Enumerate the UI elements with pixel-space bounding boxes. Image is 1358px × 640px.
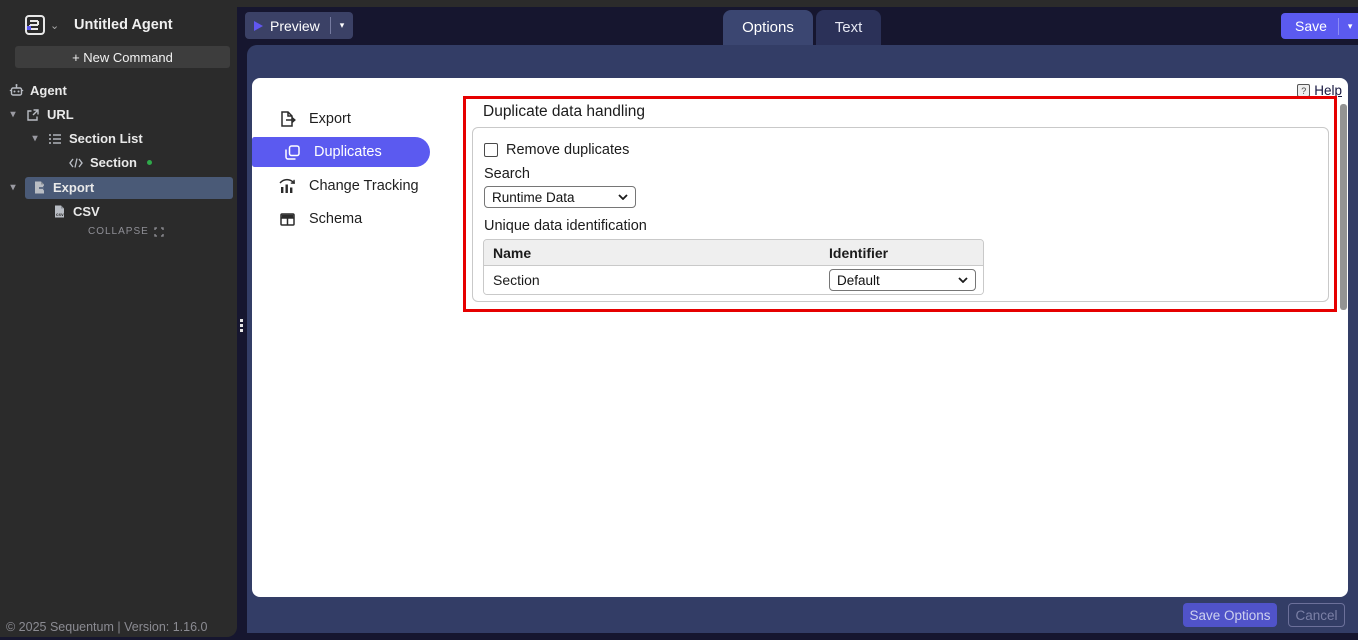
tree-item-csv[interactable]: csv CSV (51, 200, 100, 223)
save-button[interactable]: Save ▾ (1281, 13, 1358, 39)
agent-menu-chevron-icon[interactable]: ⌄ (50, 19, 59, 32)
chart-icon (278, 177, 296, 195)
row-name-cell: Section (484, 272, 824, 288)
robot-icon (8, 83, 24, 99)
version-text: © 2025 Sequentum | Version: 1.16.0 (6, 620, 207, 634)
nav-item-export[interactable]: Export (278, 104, 351, 134)
remove-duplicates-row: Remove duplicates (484, 142, 629, 158)
preview-button[interactable]: Preview ▾ (245, 12, 353, 39)
tab-text[interactable]: Text (816, 10, 881, 45)
svg-text:csv: csv (56, 212, 64, 217)
collapse-label: COLLAPSE (88, 226, 149, 237)
external-link-icon (25, 107, 41, 123)
table-row: Section Default (484, 266, 983, 294)
new-command-label: + New Command (72, 50, 173, 65)
remove-duplicates-checkbox[interactable] (484, 143, 498, 157)
search-select-value: Runtime Data (492, 190, 575, 205)
save-options-button[interactable]: Save Options (1183, 603, 1277, 627)
tree-item-agent[interactable]: Agent (8, 79, 67, 102)
chevron-down-icon[interactable]: ▾ (7, 109, 19, 120)
nav-item-schema[interactable]: Schema (278, 204, 362, 234)
file-export-icon (31, 180, 47, 196)
nav-item-label: Schema (309, 211, 362, 227)
help-icon: ? (1297, 84, 1310, 97)
unique-data-label: Unique data identification (484, 218, 647, 234)
tree-item-export-selected[interactable]: Export (25, 177, 233, 199)
tree-item-label: CSV (73, 204, 100, 219)
save-options-label: Save Options (1189, 608, 1270, 623)
collapse-tree-button[interactable]: COLLAPSE (88, 226, 164, 237)
preview-dropdown-chevron-icon[interactable]: ▾ (331, 20, 354, 31)
search-select[interactable]: Runtime Data (484, 186, 636, 208)
chevron-down-icon (958, 277, 968, 283)
tree-item-url[interactable]: ▾ URL (7, 103, 74, 126)
tree-item-export[interactable]: ▾ Export (7, 176, 233, 199)
sidebar: ⌄ Untitled Agent + New Command Agent ▾ U… (0, 7, 237, 637)
play-icon (253, 20, 264, 32)
duplicate-settings-group: Remove duplicates Search Runtime Data Un… (472, 127, 1329, 302)
nav-item-change-tracking[interactable]: Change Tracking (278, 171, 419, 201)
column-header-identifier: Identifier (824, 245, 983, 261)
file-export-icon (278, 110, 296, 128)
vertical-scrollbar-thumb[interactable] (1340, 104, 1347, 310)
table-icon (278, 210, 296, 228)
tree-item-label: Agent (30, 83, 67, 98)
nav-item-label: Change Tracking (309, 178, 419, 194)
table-header-row: Name Identifier (484, 240, 983, 266)
agent-title: Untitled Agent (74, 17, 173, 33)
preview-label: Preview (270, 18, 320, 34)
section-title: Duplicate data handling (483, 103, 645, 121)
help-link[interactable]: ? Help (1297, 83, 1342, 98)
help-label: Help (1314, 83, 1342, 98)
tab-label: Text (835, 19, 863, 36)
tab-options[interactable]: Options (723, 10, 813, 45)
save-label: Save (1295, 18, 1327, 34)
column-header-name: Name (484, 245, 824, 261)
new-command-button[interactable]: + New Command (15, 46, 230, 68)
tree-item-label: URL (47, 107, 74, 122)
tree-item-label: Export (53, 180, 94, 195)
sequentum-logo-icon (24, 14, 46, 36)
remove-duplicates-label: Remove duplicates (506, 142, 629, 158)
expand-icon (154, 227, 164, 237)
options-card: ? Help Export Duplicates Change Tracking (252, 78, 1348, 597)
cancel-label: Cancel (1295, 608, 1337, 623)
chevron-down-icon (618, 194, 628, 200)
row-identifier-cell: Default (824, 269, 983, 291)
list-icon (47, 131, 63, 147)
tab-label: Options (742, 19, 794, 36)
nav-item-duplicates[interactable]: Duplicates (283, 137, 382, 167)
identifier-select-value: Default (837, 273, 880, 288)
unique-data-table: Name Identifier Section Default (483, 239, 984, 295)
copy-icon (283, 143, 301, 161)
status-dot (147, 160, 152, 165)
code-icon (68, 155, 84, 171)
tree-item-section-list[interactable]: ▾ Section List (29, 127, 143, 150)
tree-item-section[interactable]: Section (68, 151, 152, 174)
app-window: ⌄ Untitled Agent + New Command Agent ▾ U… (0, 0, 1358, 640)
search-label: Search (484, 166, 530, 182)
save-dropdown-chevron-icon[interactable]: ▾ (1339, 21, 1358, 32)
chevron-down-icon[interactable]: ▾ (29, 133, 41, 144)
cancel-button[interactable]: Cancel (1288, 603, 1345, 627)
nav-item-label: Export (309, 111, 351, 127)
identifier-select[interactable]: Default (829, 269, 976, 291)
file-csv-icon: csv (51, 204, 67, 220)
chevron-down-icon[interactable]: ▾ (7, 182, 19, 193)
tree-item-label: Section (90, 155, 137, 170)
window-chrome-strip (0, 0, 1358, 7)
tree-item-label: Section List (69, 131, 143, 146)
nav-item-label: Duplicates (314, 144, 382, 160)
panel-resize-handle[interactable] (237, 313, 246, 337)
